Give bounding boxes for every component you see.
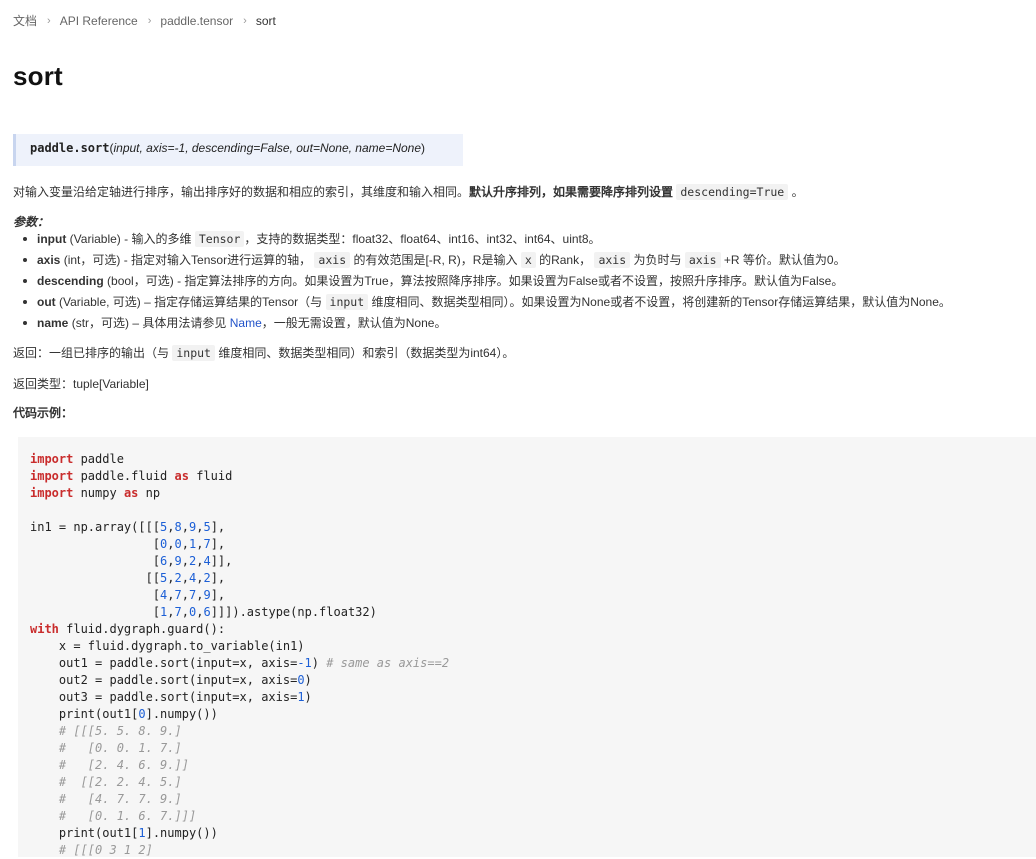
chevron-right-icon: › (47, 14, 51, 27)
param-desc: 维度相同、数据类型相同）。如果设置为None或者不设置，将创建新的Tensor存… (371, 295, 951, 309)
function-signature: paddle.sort(input, axis=-1, descending=F… (13, 134, 463, 166)
param-name: axis (37, 253, 61, 267)
list-item: axis (int，可选) - 指定对输入Tensor进行运算的轴， axis … (13, 251, 951, 272)
param-type: (str，可选) (71, 316, 130, 330)
list-item: descending (bool，可选) - 指定算法排序的方向。如果设置为Tr… (13, 272, 951, 293)
inline-code: input (172, 345, 215, 361)
inline-code: input (325, 294, 369, 310)
list-item: input (Variable) - 输入的多维 Tensor ，支持的数据类型：… (13, 230, 951, 251)
list-item: name (str，可选) – 具体用法请参见 Name，一般无需设置，默认值为… (13, 314, 951, 335)
chevron-right-icon: › (147, 14, 152, 27)
param-desc: 的有效范围是[-R, R)，R是输入 (353, 253, 518, 267)
breadcrumb-docs[interactable]: 文档 (13, 12, 37, 29)
param-desc: - 指定对输入Tensor进行运算的轴， (123, 253, 312, 267)
returns-text: 维度相同、数据类型相同）和索引（数据类型为int64）。 (218, 346, 515, 360)
description-tail: 。 (791, 185, 804, 199)
param-type: (Variable) (69, 232, 121, 246)
code-example: import paddle import paddle.fluid as flu… (18, 437, 1036, 857)
param-type: (Variable, 可选) (59, 295, 141, 309)
inline-code: axis (684, 252, 721, 268)
inline-code: Tensor (194, 231, 245, 247)
returns: 返回：一组已排序的输出（与 input 维度相同、数据类型相同）和索引（数据类型… (13, 344, 514, 361)
param-desc: 为负时与 (633, 253, 682, 267)
description-text: 对输入变量沿给定轴进行排序，输出排序好的数据和相应的索引，其维度和输入相同。 (13, 185, 470, 199)
param-desc: ，支持的数据类型：float32、float64、int16、int32、int… (244, 232, 601, 246)
param-desc: ，一般无需设置，默认值为None。 (261, 316, 447, 330)
param-desc: – 指定存储运算结果的Tensor（与 (144, 295, 323, 309)
returns-text: 返回：一组已排序的输出（与 (13, 346, 170, 360)
params-label: 参数： (13, 215, 50, 229)
description-bold: 默认升序排列，如果需要降序排列设置 (469, 185, 674, 199)
list-item: out (Variable, 可选) – 指定存储运算结果的Tensor（与 i… (13, 293, 951, 314)
inline-code: x (520, 252, 536, 268)
param-name: out (37, 295, 56, 309)
inline-code: axis (594, 252, 631, 268)
param-desc: +R 等价。默认值为0。 (723, 253, 846, 267)
code-content: import paddle import paddle.fluid as flu… (30, 452, 450, 857)
description-code: descending=True (676, 184, 789, 200)
signature-function-name: paddle.sort (30, 141, 110, 155)
breadcrumb-paddle-tensor[interactable]: paddle.tensor (160, 14, 233, 28)
param-type: (bool，可选) (107, 274, 174, 288)
params-list: input (Variable) - 输入的多维 Tensor ，支持的数据类型：… (13, 230, 951, 335)
example-label: 代码示例： (13, 406, 74, 420)
inline-code: axis (314, 252, 351, 268)
param-name: descending (37, 274, 104, 288)
name-link[interactable]: Name (230, 316, 262, 330)
description: 对输入变量沿给定轴进行排序，输出排序好的数据和相应的索引，其维度和输入相同。默认… (13, 183, 804, 200)
param-name: name (37, 316, 69, 330)
param-desc: – 具体用法请参见 (132, 316, 227, 330)
return-type: 返回类型：tuple[Variable] (13, 377, 149, 391)
param-desc: 的Rank， (539, 253, 592, 267)
signature-args: input, axis=-1, descending=False, out=No… (113, 141, 422, 155)
param-desc: - 指定算法排序的方向。如果设置为True，算法按照降序排序。如果设置为Fals… (177, 274, 844, 288)
chevron-right-icon: › (243, 14, 247, 27)
breadcrumb-current: sort (255, 13, 276, 28)
param-name: input (37, 232, 67, 246)
breadcrumb: 文档 › API Reference › paddle.tensor › sor… (13, 12, 276, 29)
param-type: (int，可选) (63, 253, 121, 267)
param-desc: - 输入的多维 (124, 232, 192, 246)
breadcrumb-api-reference[interactable]: API Reference (60, 14, 138, 28)
page-title: sort (13, 61, 63, 91)
